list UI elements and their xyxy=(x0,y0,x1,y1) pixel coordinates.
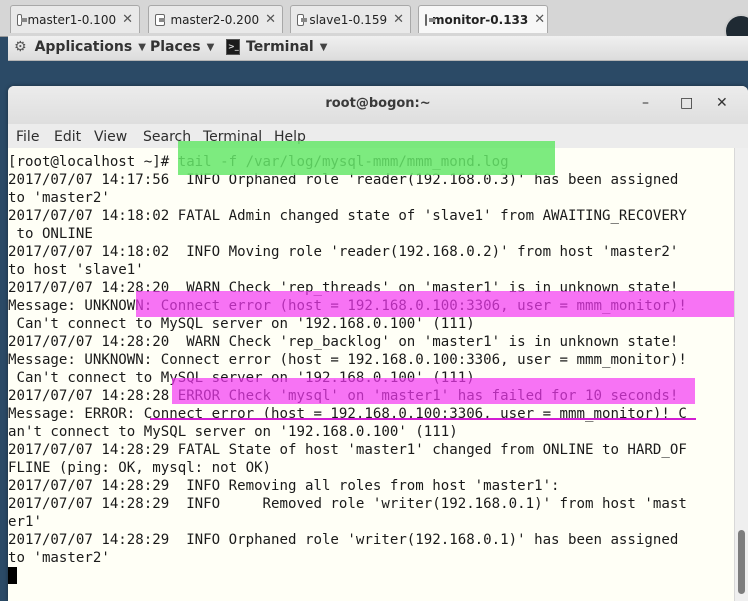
terminal-app-label: Terminal xyxy=(246,39,314,55)
vm-tab-monitor[interactable]: monitor-0.133 ✕ xyxy=(418,5,548,33)
terminal-line: Message: UNKNOWN: Connect error (host = … xyxy=(8,352,687,368)
vm-tab-master2[interactable]: master2-0.200 ✕ xyxy=(148,5,283,33)
places-menu[interactable]: Places ▼ xyxy=(150,39,214,55)
vm-icon xyxy=(155,13,166,26)
window-title: root@bogon:~ xyxy=(325,96,431,111)
terminal-app-menu[interactable]: >_ Terminal ▼ xyxy=(226,39,327,55)
vm-tab-strip: master1-0.100 ✕ master2-0.200 ✕ slave1-0… xyxy=(0,0,748,48)
terminal-line: 2017/07/07 14:28:29 INFO Removed role 'w… xyxy=(8,496,687,512)
scroll-thumb[interactable] xyxy=(738,530,745,594)
minimize-icon[interactable]: – xyxy=(642,95,649,111)
gear-icon: ⚙ xyxy=(14,39,27,55)
terminal-line: Can't connect to MySQL server on '192.16… xyxy=(8,316,475,332)
vm-tab-slave1[interactable]: slave1-0.159 ✕ xyxy=(290,5,411,33)
menu-file[interactable]: File xyxy=(16,129,39,145)
close-icon[interactable]: ✕ xyxy=(716,95,728,111)
terminal-line: to ONLINE xyxy=(8,226,93,242)
highlight-green xyxy=(178,141,555,175)
terminal-line: 2017/07/07 14:18:02 FATAL Admin changed … xyxy=(8,208,687,224)
chevron-down-icon: ▼ xyxy=(319,41,328,53)
terminal-line: 2017/07/07 14:28:29 FATAL State of host … xyxy=(8,442,687,458)
terminal-line: 2017/07/07 14:28:29 INFO Orphaned role '… xyxy=(8,532,679,548)
vm-tab-master1[interactable]: master1-0.100 ✕ xyxy=(10,5,140,33)
scrollbar[interactable] xyxy=(734,148,748,601)
terminal-line: to host 'slave1' xyxy=(8,262,144,278)
vm-icon xyxy=(297,13,308,26)
terminal-line: 2017/07/07 14:28:29 INFO Removing all ro… xyxy=(8,478,560,494)
terminal-line: 2017/07/07 14:28:20 WARN Check 'rep_back… xyxy=(8,334,679,350)
terminal-output[interactable]: [root@localhost ~]# tail -f /var/log/mys… xyxy=(8,148,734,601)
close-icon[interactable]: ✕ xyxy=(265,12,276,27)
text-cursor xyxy=(8,567,17,584)
underline-mark xyxy=(150,418,696,420)
terminal-lines: [root@localhost ~]# tail -f /var/log/mys… xyxy=(8,153,687,567)
gnome-top-panel: ⚙ Applications ▼ Places ▼ >_ Terminal ▼ xyxy=(8,36,748,61)
terminal-line: FLINE (ping: OK, mysql: not OK) xyxy=(8,460,272,476)
highlight-pink xyxy=(172,378,695,404)
terminal-icon: >_ xyxy=(226,39,240,55)
vm-tab-label: master1-0.100 xyxy=(27,12,117,27)
close-icon[interactable]: ✕ xyxy=(534,12,545,27)
terminal-line: Message: ERROR: Connect error (host = 19… xyxy=(8,406,687,422)
terminal-line: er1' xyxy=(8,514,42,530)
vm-tab-label: slave1-0.159 xyxy=(309,12,388,27)
terminal-line: to 'master2' xyxy=(8,190,110,206)
highlight-pink xyxy=(136,291,734,317)
terminal-line: an't connect to MySQL server on '192.168… xyxy=(8,424,458,440)
close-icon[interactable]: ✕ xyxy=(122,12,133,27)
places-label: Places xyxy=(150,39,201,55)
vm-tab-label: master2-0.200 xyxy=(170,12,260,27)
close-icon[interactable]: ✕ xyxy=(393,12,404,27)
chevron-down-icon: ▼ xyxy=(138,41,146,53)
vm-tab-label: monitor-0.133 xyxy=(432,12,529,27)
applications-label: Applications xyxy=(34,39,133,55)
terminal-line: to 'master2' xyxy=(8,550,110,566)
applications-menu[interactable]: ⚙ Applications ▼ xyxy=(14,39,146,55)
vm-icon xyxy=(17,13,28,26)
vm-icon xyxy=(425,13,435,26)
window-titlebar[interactable]: root@bogon:~ – □ ✕ xyxy=(8,86,748,125)
maximize-icon[interactable]: □ xyxy=(680,95,693,111)
terminal-line: 2017/07/07 14:18:02 INFO Moving role 're… xyxy=(8,244,679,260)
chevron-down-icon: ▼ xyxy=(206,41,215,53)
menu-view[interactable]: View xyxy=(94,129,127,145)
menu-edit[interactable]: Edit xyxy=(54,129,81,145)
